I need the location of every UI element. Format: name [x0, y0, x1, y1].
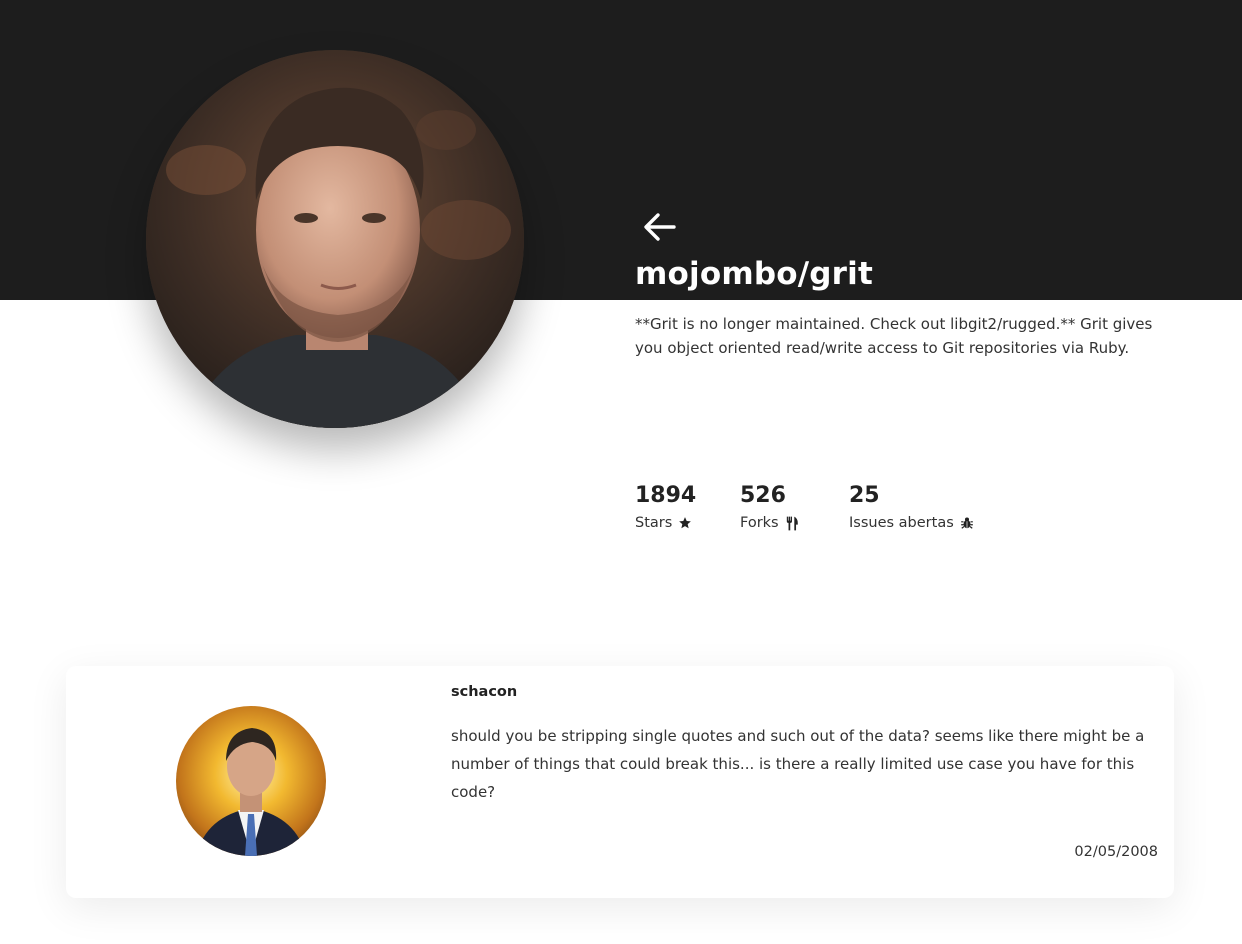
stat-forks-value: 526: [740, 483, 786, 508]
repository-page: mojombo/grit **Grit is no longer maintai…: [0, 0, 1242, 944]
arrow-left-icon: [644, 213, 676, 241]
issue-author-name[interactable]: schacon: [451, 684, 517, 700]
owner-avatar: [146, 50, 524, 428]
back-button[interactable]: [640, 207, 680, 247]
repo-title: mojombo/grit: [635, 256, 873, 292]
stat-stars-value: 1894: [635, 483, 697, 508]
issue-card[interactable]: schacon should you be stripping single q…: [66, 666, 1174, 898]
star-icon: [679, 517, 692, 529]
stat-forks-label: Forks: [740, 515, 779, 531]
stat-stars: 1894 Stars: [635, 481, 696, 535]
issue-date: 02/05/2008: [1074, 844, 1158, 860]
repo-description: **Grit is no longer maintained. Check ou…: [635, 315, 1153, 357]
fork-knife-icon: [786, 516, 798, 530]
bug-icon: [960, 517, 973, 529]
stat-issues: 25 Issues abertas: [849, 481, 974, 535]
issue-body: should you be stripping single quotes an…: [451, 727, 1145, 801]
stat-issues-value: 25: [849, 483, 880, 508]
stat-forks: 526 Forks: [740, 481, 799, 535]
stat-stars-label: Stars: [635, 515, 673, 531]
stat-issues-label: Issues abertas: [849, 515, 954, 531]
issue-author-avatar: [176, 706, 326, 856]
